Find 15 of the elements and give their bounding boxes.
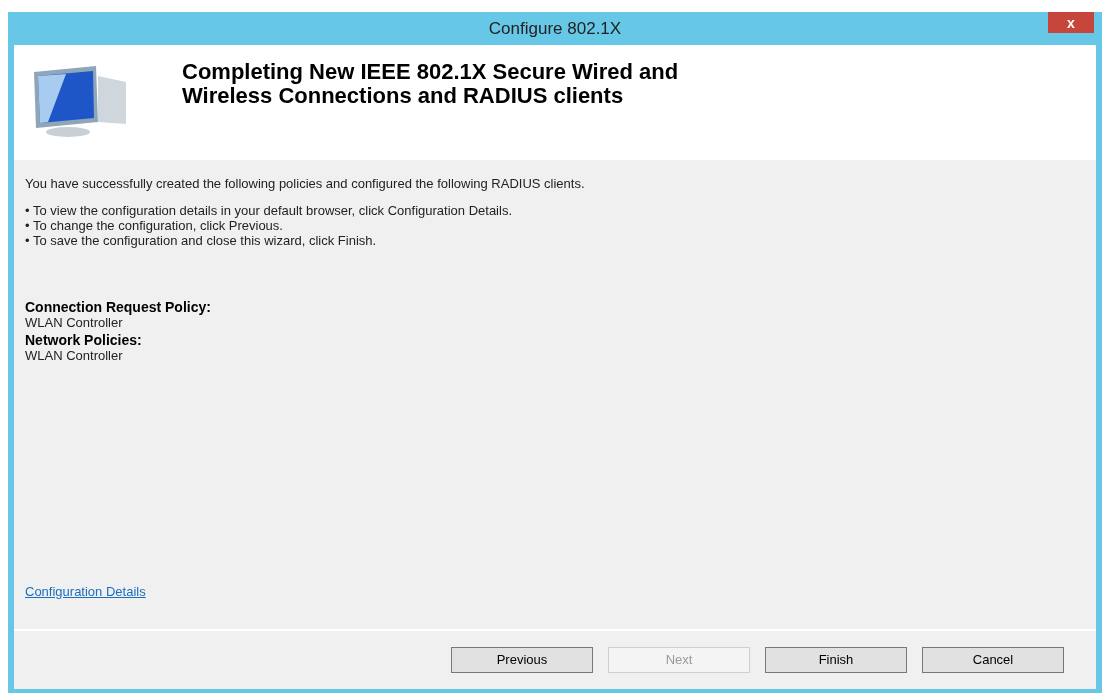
- wizard-button[interactable]: Previous: [451, 647, 593, 673]
- bullet-item: • To view the configuration details in your default browser, click Configuration Details.: [25, 202, 512, 218]
- intro-text: You have successfully created the following policies and configured the following RADIUS clients.: [25, 175, 586, 193]
- bullet-item: • To save the configuration and close this wizard, click Finish.: [25, 232, 377, 248]
- policy-label: Connection Request Policy:: [25, 299, 212, 315]
- wizard-button[interactable]: Cancel: [922, 647, 1064, 673]
- configuration-details-link[interactable]: Configuration Details: [25, 584, 146, 599]
- policy-value: WLAN Controller: [25, 347, 124, 363]
- policy-value: WLAN Controller: [25, 314, 123, 330]
- bullet-item: • To change the configuration, click Previous.: [25, 217, 283, 233]
- close-button[interactable]: x: [1048, 12, 1094, 33]
- window-title: Configure 802.1X: [488, 17, 622, 40]
- policy-label: Network Policies:: [25, 332, 143, 348]
- wizard-button[interactable]: Finish: [765, 647, 907, 673]
- wizard-heading: Completing New IEEE 802.1X Secure Wired and Wireless Connections and RADIUS clients: [182, 60, 680, 108]
